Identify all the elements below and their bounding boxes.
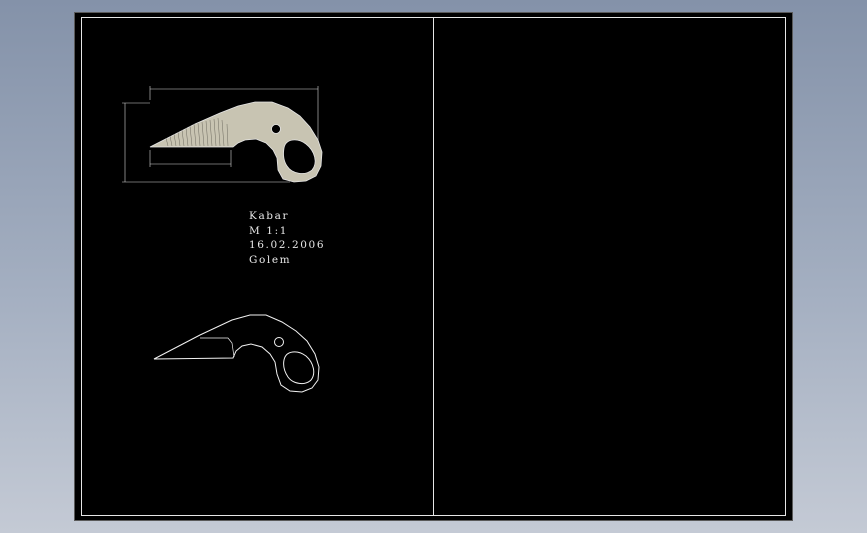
knife-outline-body — [153, 314, 320, 393]
drawing-scale: M 1:1 — [249, 224, 288, 237]
knife-outline-view[interactable] — [153, 314, 320, 393]
drawing-canvas[interactable] — [0, 0, 867, 533]
knife-shaded-view[interactable] — [122, 86, 323, 183]
drawing-title: Kabar — [249, 210, 290, 222]
knife-lanyard-hole — [271, 124, 281, 134]
drawing-date: 16.02.2006 — [249, 239, 326, 251]
blade-grind-line — [200, 337, 235, 358]
knife-outline-lanyard-hole — [274, 337, 284, 347]
drawing-author: Golem — [249, 253, 292, 266]
drawing-title-block: Kabar M 1:1 16.02.2006 Golem — [249, 209, 325, 267]
knife-outline-finger-hole — [283, 351, 315, 385]
